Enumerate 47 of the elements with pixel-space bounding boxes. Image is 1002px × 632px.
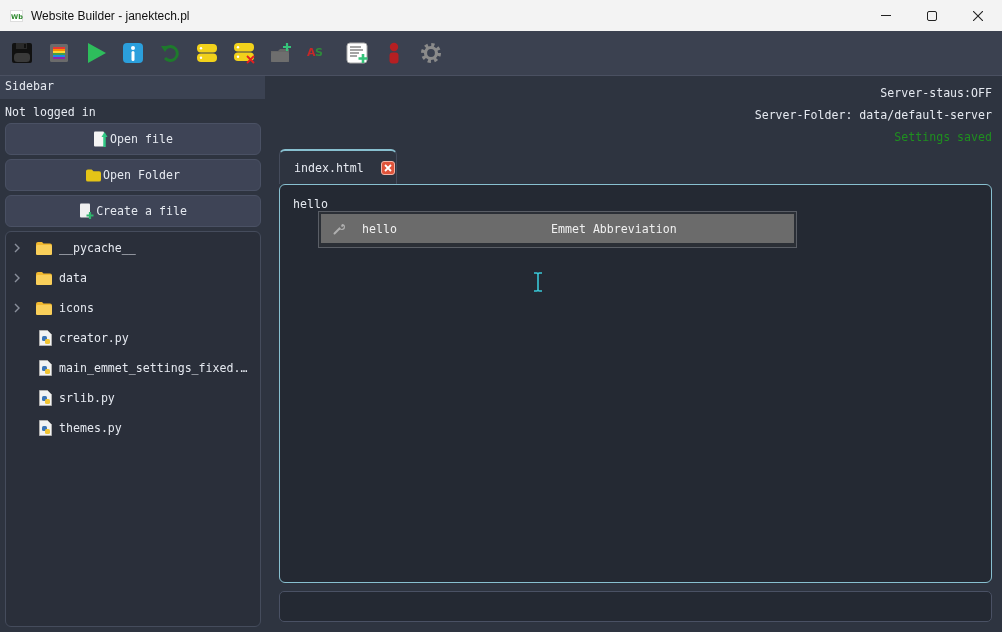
- folder-icon: [36, 271, 52, 285]
- server-icon[interactable]: [196, 42, 218, 64]
- file-tree-item[interactable]: srlib.py: [59, 391, 115, 405]
- file-tree-item[interactable]: data: [59, 271, 87, 285]
- document-add-icon[interactable]: [346, 42, 368, 64]
- chevron-icon[interactable]: [14, 303, 20, 313]
- autocomplete-item[interactable]: hello Emmet Abbreviation: [321, 214, 794, 243]
- sidebar-header: Sidebar: [0, 76, 265, 99]
- chevron-icon[interactable]: [14, 243, 20, 253]
- folder-add-icon[interactable]: [270, 42, 292, 64]
- sidebar-button[interactable]: Create a file: [5, 195, 261, 227]
- close-icon[interactable]: [973, 10, 983, 21]
- file-tree-item[interactable]: icons: [59, 301, 94, 315]
- editor-tab[interactable]: index.html: [279, 149, 397, 184]
- folder-icon: [36, 241, 52, 255]
- rainbow-palette-icon[interactable]: [48, 42, 70, 64]
- python-file-icon: [39, 390, 52, 406]
- file-tree-item[interactable]: main_emmet_settings_fixed.…: [59, 361, 248, 375]
- login-status: Not logged in: [5, 105, 97, 119]
- info-icon[interactable]: [122, 42, 144, 64]
- sidebar-button[interactable]: Open file: [5, 123, 261, 155]
- play-icon[interactable]: [85, 42, 107, 64]
- server-remove-icon[interactable]: [233, 42, 255, 64]
- python-file-icon: [39, 360, 52, 376]
- chevron-icon[interactable]: [14, 273, 20, 283]
- file-tree-item[interactable]: themes.py: [59, 421, 122, 435]
- document-add-icon: [79, 203, 95, 219]
- document-upload-icon: [93, 131, 109, 147]
- status-text: Server-staus:OFF: [880, 85, 992, 102]
- close-tab-icon[interactable]: [381, 160, 395, 175]
- code-editor[interactable]: hello hello Emmet Abbreviation: [279, 184, 992, 583]
- command-input-field[interactable]: [279, 591, 992, 622]
- python-file-icon: [39, 420, 52, 436]
- maximize-icon[interactable]: [927, 10, 937, 21]
- file-tree-item[interactable]: creator.py: [59, 331, 129, 345]
- wrench-icon: [333, 222, 345, 235]
- code-line: hello: [293, 197, 329, 211]
- window-title: Website Builder - janektech.pl: [31, 8, 190, 23]
- settings-icon[interactable]: [420, 42, 442, 64]
- status-text: Server-Folder: data/default-server: [754, 107, 992, 124]
- text-cursor-icon: [533, 272, 543, 292]
- python-file-icon: [39, 330, 52, 346]
- file-tree-item[interactable]: __pycache__: [59, 241, 136, 255]
- status-text: Settings saved: [894, 129, 992, 146]
- folder-icon: [86, 167, 102, 183]
- folder-icon: [36, 301, 52, 315]
- sidebar-button[interactable]: Open Folder: [5, 159, 261, 191]
